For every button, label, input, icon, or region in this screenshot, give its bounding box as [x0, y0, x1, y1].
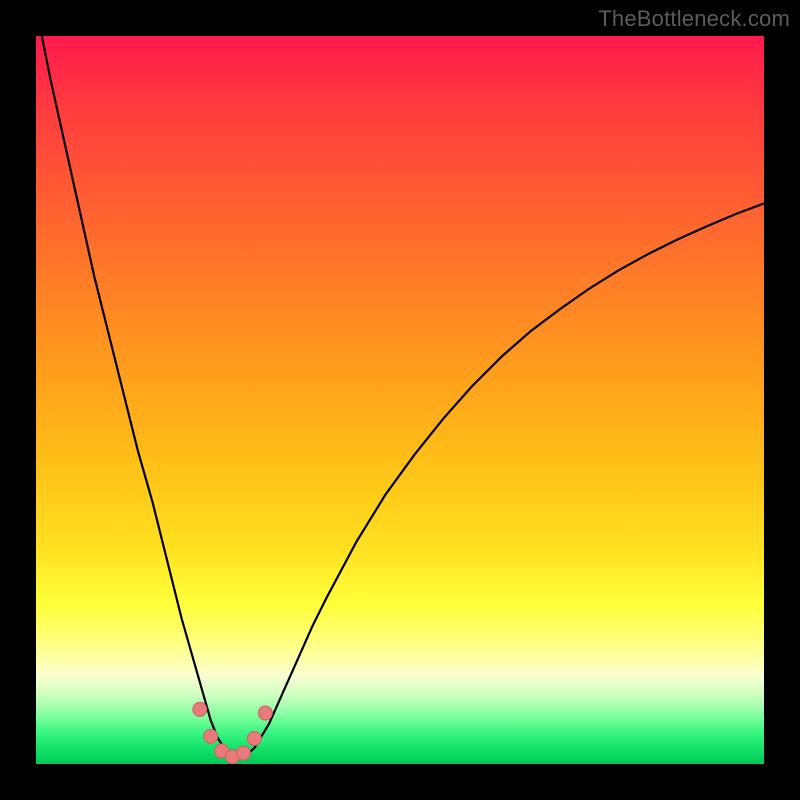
data-marker — [258, 706, 272, 720]
data-marker — [193, 702, 207, 716]
watermark-text: TheBottleneck.com — [598, 6, 790, 32]
data-marker — [204, 729, 218, 743]
marker-layer — [193, 702, 273, 763]
bottleneck-curve — [36, 7, 764, 757]
data-marker — [247, 732, 261, 746]
chart-frame: TheBottleneck.com — [0, 0, 800, 800]
bottleneck-curve-layer — [36, 36, 764, 764]
plot-area — [36, 36, 764, 764]
data-marker — [236, 746, 250, 760]
